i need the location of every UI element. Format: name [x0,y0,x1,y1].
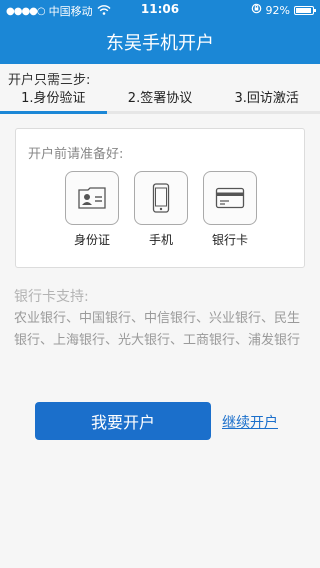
page-title: 东吴手机开户 [106,33,214,54]
phone-icon [134,171,188,225]
steps-progress-fill [0,111,107,114]
prep-item-label: 银行卡 [211,233,248,247]
open-account-button[interactable]: 我要开户 [35,402,211,440]
prep-item-label: 手机 [148,233,173,247]
orientation-lock-icon [251,3,262,17]
supported-banks-title: 银行卡支持: [14,289,89,305]
battery-icon [294,5,316,15]
continue-account-link[interactable]: 继续开户 [222,412,278,432]
steps-title: 开户只需三步: [8,73,91,88]
prep-item-bank-card: 银行卡 [202,171,258,248]
prep-item-label: 身份证 [73,233,110,247]
header-bar: 东吴手机开户 [0,20,320,64]
status-bar: ●●●●○ 中国移动 11:06 92% [0,0,320,20]
prep-item-phone: 手机 [133,171,189,248]
supported-banks-list: 农业银行、中国银行、中信银行、兴业银行、民生银行、上海银行、光大银行、工商银行、… [14,311,301,348]
id-card-icon [65,171,119,225]
preparation-card: 开户前请准备好: 身份证 手机 银行卡 [15,128,305,268]
prep-item-id-card: 身份证 [64,171,120,248]
battery-percent: 92% [265,3,290,17]
steps-progress-bar [0,111,320,114]
bank-card-icon [203,171,257,225]
preparation-title: 开户前请准备好: [28,147,124,162]
